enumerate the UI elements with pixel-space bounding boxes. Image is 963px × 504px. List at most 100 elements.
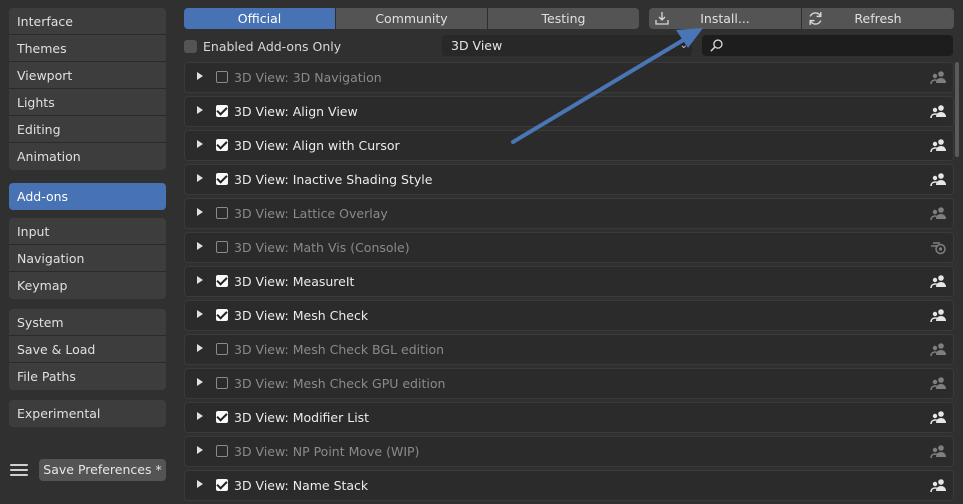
addon-enable-checkbox[interactable]: [216, 207, 228, 219]
expand-triangle-icon[interactable]: [197, 378, 203, 386]
enabled-only-label: Enabled Add-ons Only: [203, 38, 342, 54]
sidebar-item-keymap[interactable]: Keymap: [9, 272, 166, 299]
addon-enable-checkbox[interactable]: [216, 275, 228, 287]
addon-enable-checkbox[interactable]: [216, 71, 228, 83]
sidebar-item-addons[interactable]: Add-ons: [9, 183, 166, 210]
expand-triangle-icon[interactable]: [197, 412, 203, 420]
addon-enable-checkbox[interactable]: [216, 139, 228, 151]
addon-name: 3D View: Mesh Check BGL edition: [234, 342, 445, 357]
addon-name: 3D View: Mesh Check GPU edition: [234, 376, 446, 391]
enabled-only-checkbox[interactable]: [184, 39, 197, 53]
preferences-sidebar: Interface Themes Viewport Lights Editing…: [0, 0, 174, 488]
addon-row[interactable]: 3D View: Modifier List: [184, 402, 954, 433]
addon-name: 3D View: NP Point Move (WIP): [234, 444, 420, 459]
addon-row[interactable]: 3D View: Mesh Check: [184, 300, 954, 331]
sidebar-item-input[interactable]: Input: [9, 218, 166, 245]
addon-enable-checkbox[interactable]: [216, 309, 228, 321]
community-icon: [930, 103, 947, 120]
addon-row[interactable]: 3D View: Name Stack: [184, 470, 954, 501]
sidebar-item-system[interactable]: System: [9, 309, 166, 336]
addon-actions: Install... Refresh: [649, 8, 954, 29]
sidebar-item-save-load[interactable]: Save & Load: [9, 336, 166, 363]
expand-triangle-icon[interactable]: [197, 174, 203, 182]
addon-name: 3D View: Lattice Overlay: [234, 206, 388, 221]
addon-enable-checkbox[interactable]: [216, 479, 228, 491]
addon-row[interactable]: 3D View: Mesh Check BGL edition: [184, 334, 954, 365]
sidebar-item-themes[interactable]: Themes: [9, 35, 166, 62]
support-level-tabs: Official Community Testing: [184, 8, 639, 29]
addon-row[interactable]: 3D View: Inactive Shading Style: [184, 164, 954, 195]
community-icon: [930, 341, 947, 358]
tab-official[interactable]: Official: [184, 8, 336, 29]
addon-row[interactable]: 3D View: NP Point Move (WIP): [184, 436, 954, 467]
expand-triangle-icon[interactable]: [197, 344, 203, 352]
addon-row[interactable]: 3D View: Align View: [184, 96, 954, 127]
expand-triangle-icon[interactable]: [197, 106, 203, 114]
tab-testing[interactable]: Testing: [488, 8, 639, 29]
sidebar-item-file-paths[interactable]: File Paths: [9, 363, 166, 390]
addon-name: 3D View: Modifier List: [234, 410, 370, 425]
search-input[interactable]: [702, 35, 953, 56]
menu-icon[interactable]: [10, 461, 28, 479]
addon-row[interactable]: 3D View: Lattice Overlay: [184, 198, 954, 229]
blender-icon: [930, 239, 947, 256]
sidebar-group-general: Interface Themes Viewport Lights Editing…: [9, 8, 166, 170]
addon-name: 3D View: 3D Navigation: [234, 70, 382, 85]
refresh-icon: [809, 12, 822, 25]
sidebar-item-navigation[interactable]: Navigation: [9, 245, 166, 272]
community-icon: [930, 375, 947, 392]
addon-enable-checkbox[interactable]: [216, 241, 228, 253]
addon-name: 3D View: Align View: [234, 104, 358, 119]
install-label: Install...: [700, 11, 750, 26]
community-icon: [930, 409, 947, 426]
category-value: 3D View: [451, 38, 503, 53]
sidebar-group-experimental: Experimental: [9, 400, 166, 427]
addon-name: 3D View: MeasureIt: [234, 274, 355, 289]
expand-triangle-icon[interactable]: [197, 140, 203, 148]
expand-triangle-icon[interactable]: [197, 446, 203, 454]
expand-triangle-icon[interactable]: [197, 242, 203, 250]
refresh-button[interactable]: Refresh: [802, 8, 954, 29]
sidebar-item-interface[interactable]: Interface: [9, 8, 166, 35]
community-icon: [930, 69, 947, 86]
sidebar-group-input: Input Navigation Keymap: [9, 218, 166, 299]
addon-row[interactable]: 3D View: Math Vis (Console): [184, 232, 954, 263]
search-icon: [710, 39, 723, 52]
community-icon: [930, 137, 947, 154]
sidebar-item-experimental[interactable]: Experimental: [9, 400, 166, 427]
enabled-only-toggle[interactable]: Enabled Add-ons Only: [184, 38, 341, 54]
community-icon: [930, 443, 947, 460]
sidebar-item-viewport[interactable]: Viewport: [9, 62, 166, 89]
scrollbar[interactable]: [955, 62, 959, 157]
refresh-label: Refresh: [854, 11, 902, 26]
addon-row[interactable]: 3D View: 3D Navigation: [184, 62, 954, 93]
install-button[interactable]: Install...: [649, 8, 802, 29]
save-preferences-button[interactable]: Save Preferences *: [39, 459, 166, 481]
addon-row[interactable]: 3D View: MeasureIt: [184, 266, 954, 297]
expand-triangle-icon[interactable]: [197, 276, 203, 284]
sidebar-item-lights[interactable]: Lights: [9, 89, 166, 116]
community-icon: [930, 477, 947, 494]
sidebar-item-animation[interactable]: Animation: [9, 143, 166, 170]
addon-enable-checkbox[interactable]: [216, 445, 228, 457]
category-dropdown[interactable]: 3D View ⌄: [442, 35, 692, 56]
sidebar-item-editing[interactable]: Editing: [9, 116, 166, 143]
community-icon: [930, 273, 947, 290]
addon-name: 3D View: Name Stack: [234, 478, 369, 493]
addon-row[interactable]: 3D View: Align with Cursor: [184, 130, 954, 161]
addon-list: 3D View: 3D Navigation 3D View: Align Vie…: [184, 62, 954, 504]
chevron-down-icon: ⌄: [679, 40, 688, 51]
addon-enable-checkbox[interactable]: [216, 377, 228, 389]
sidebar-group-addons: Add-ons: [9, 183, 166, 210]
expand-triangle-icon[interactable]: [197, 480, 203, 488]
expand-triangle-icon[interactable]: [197, 72, 203, 80]
community-icon: [930, 171, 947, 188]
addon-enable-checkbox[interactable]: [216, 343, 228, 355]
expand-triangle-icon[interactable]: [197, 310, 203, 318]
addon-enable-checkbox[interactable]: [216, 411, 228, 423]
addon-row[interactable]: 3D View: Mesh Check GPU edition: [184, 368, 954, 399]
addon-enable-checkbox[interactable]: [216, 105, 228, 117]
expand-triangle-icon[interactable]: [197, 208, 203, 216]
tab-community[interactable]: Community: [336, 8, 488, 29]
addon-enable-checkbox[interactable]: [216, 173, 228, 185]
